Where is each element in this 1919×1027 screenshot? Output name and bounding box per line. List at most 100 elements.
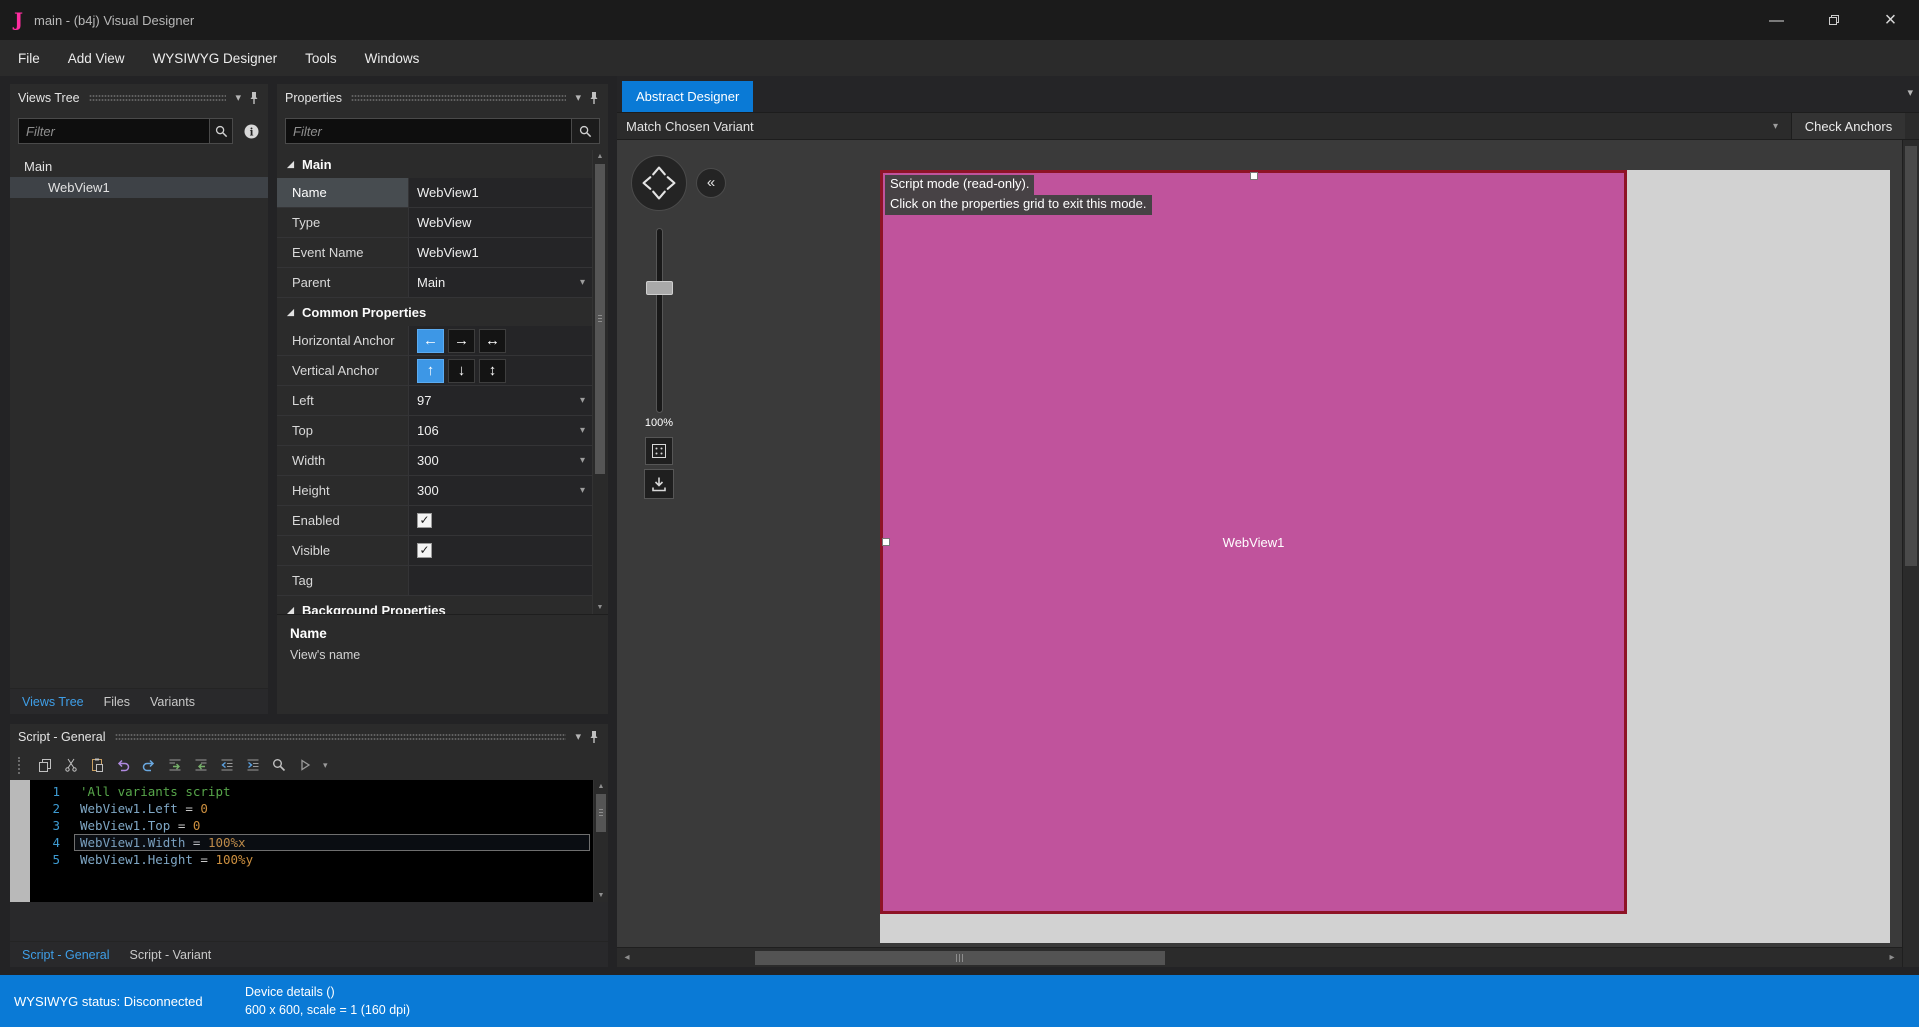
grid-button[interactable] bbox=[645, 437, 673, 465]
form-surface[interactable]: WebView1 Script mode (read-only). Click … bbox=[880, 170, 1890, 943]
anchor-button-vertical-anchor-1[interactable]: ↓ bbox=[448, 358, 475, 383]
maximize-button[interactable] bbox=[1805, 0, 1862, 40]
redo-icon[interactable] bbox=[137, 754, 160, 777]
anchor-button-horizontal-anchor-2[interactable]: ↔ bbox=[479, 328, 506, 353]
toolbar-grip[interactable] bbox=[18, 756, 23, 774]
code-line-3[interactable]: 3 WebView1.Top = 0 bbox=[30, 817, 593, 834]
dropdown-caret-icon[interactable]: ▾ bbox=[580, 395, 585, 406]
tab-abstract-designer[interactable]: Abstract Designer bbox=[622, 81, 754, 112]
paste-icon[interactable] bbox=[85, 754, 108, 777]
undo-icon[interactable] bbox=[111, 754, 134, 777]
prop-value-horizontal-anchor[interactable]: ← → ↔ bbox=[409, 326, 592, 355]
scrollbar-thumb[interactable] bbox=[595, 164, 605, 474]
properties-scrollbar[interactable]: ▲ ▼ bbox=[592, 150, 607, 614]
pan-control[interactable] bbox=[631, 155, 687, 211]
hscroll-thumb[interactable] bbox=[755, 951, 1165, 965]
code-editor[interactable]: 1 'All variants script 2 WebView1.Left = 03… bbox=[10, 780, 608, 902]
design-canvas[interactable]: WebView1 Script mode (read-only). Click … bbox=[617, 140, 1919, 967]
run-icon[interactable] bbox=[293, 754, 316, 777]
code-line-4[interactable]: 4 WebView1.Width = 100%x bbox=[30, 834, 593, 851]
anchor-button-horizontal-anchor-1[interactable]: → bbox=[448, 328, 475, 353]
prop-value-name[interactable]: WebView1 bbox=[409, 178, 592, 207]
prop-value-left[interactable]: 97 ▾ bbox=[409, 386, 592, 415]
info-icon[interactable]: i bbox=[242, 120, 260, 142]
find-icon[interactable] bbox=[267, 754, 290, 777]
anchor-button-vertical-anchor-0[interactable]: ↑ bbox=[417, 358, 444, 383]
tab-variants[interactable]: Variants bbox=[150, 695, 195, 709]
dropdown-caret-icon[interactable]: ▾ bbox=[580, 455, 585, 466]
views-filter-input[interactable] bbox=[18, 118, 210, 144]
cut-icon[interactable] bbox=[59, 754, 82, 777]
scroll-right-icon[interactable]: ▸ bbox=[1882, 952, 1902, 963]
prop-value-enabled[interactable]: ✓ bbox=[409, 506, 592, 535]
indent-decrease-icon[interactable] bbox=[215, 754, 238, 777]
views-search-button[interactable] bbox=[210, 118, 234, 144]
resize-handle-left[interactable] bbox=[882, 538, 890, 546]
webview-widget[interactable]: WebView1 Script mode (read-only). Click … bbox=[880, 170, 1627, 914]
pin-icon[interactable] bbox=[248, 91, 260, 105]
download-button[interactable] bbox=[644, 469, 674, 499]
editor-scrollbar[interactable]: ▲ ▼ bbox=[593, 780, 608, 902]
dropdown-caret-icon[interactable]: ▾ bbox=[580, 277, 585, 288]
comment-icon[interactable] bbox=[163, 754, 186, 777]
scroll-down-icon[interactable]: ▼ bbox=[594, 889, 608, 902]
prop-value-type[interactable]: WebView bbox=[409, 208, 592, 237]
prop-value-width[interactable]: 300 ▾ bbox=[409, 446, 592, 475]
prop-value-parent[interactable]: Main ▾ bbox=[409, 268, 592, 297]
tab-script-variant[interactable]: Script - Variant bbox=[130, 948, 212, 962]
code-line-2[interactable]: 2 WebView1.Left = 0 bbox=[30, 800, 593, 817]
scrollbar-thumb[interactable] bbox=[596, 794, 606, 832]
scroll-left-icon[interactable]: ◂ bbox=[617, 952, 637, 963]
panel-menu-caret-icon[interactable]: ▾ bbox=[575, 731, 581, 743]
minimize-button[interactable]: — bbox=[1748, 0, 1805, 40]
pin-icon[interactable] bbox=[588, 91, 600, 105]
scroll-up-icon[interactable]: ▲ bbox=[593, 150, 607, 163]
prop-value-top[interactable]: 106 ▾ bbox=[409, 416, 592, 445]
section-background-properties[interactable]: Background Properties bbox=[277, 596, 592, 614]
pin-icon[interactable] bbox=[588, 730, 600, 744]
tree-item-main[interactable]: Main bbox=[10, 156, 268, 177]
zoom-slider-thumb[interactable] bbox=[646, 281, 673, 295]
code-area[interactable]: 1 'All variants script 2 WebView1.Left = 03… bbox=[30, 780, 593, 902]
variant-dropdown[interactable]: Match Chosen Variant ▾ bbox=[617, 113, 1791, 139]
check-anchors-button[interactable]: Check Anchors bbox=[1791, 113, 1905, 139]
vscroll-thumb[interactable] bbox=[1905, 146, 1917, 566]
panel-menu-caret-icon[interactable]: ▾ bbox=[235, 92, 241, 104]
tab-views-tree[interactable]: Views Tree bbox=[22, 695, 84, 709]
vertical-scrollbar[interactable] bbox=[1902, 140, 1919, 967]
prop-value-vertical-anchor[interactable]: ↑ ↓ ↕ bbox=[409, 356, 592, 385]
toolbar-overflow-icon[interactable]: ▾ bbox=[323, 760, 328, 771]
menu-item-wysiwyg-designer[interactable]: WYSIWYG Designer bbox=[139, 40, 292, 76]
prop-value-height[interactable]: 300 ▾ bbox=[409, 476, 592, 505]
scroll-up-icon[interactable]: ▲ bbox=[594, 780, 608, 793]
section-main[interactable]: Main bbox=[277, 150, 592, 178]
menu-item-windows[interactable]: Windows bbox=[351, 40, 434, 76]
breakpoint-margin[interactable] bbox=[10, 780, 30, 902]
panel-menu-caret-icon[interactable]: ▾ bbox=[575, 92, 581, 104]
indent-increase-icon[interactable] bbox=[241, 754, 264, 777]
menu-item-tools[interactable]: Tools bbox=[291, 40, 351, 76]
anchor-button-horizontal-anchor-0[interactable]: ← bbox=[417, 328, 444, 353]
horizontal-scrollbar[interactable]: ◂ ▸ bbox=[617, 947, 1902, 967]
tab-files[interactable]: Files bbox=[104, 695, 130, 709]
prop-value-event-name[interactable]: WebView1 bbox=[409, 238, 592, 267]
prop-value-visible[interactable]: ✓ bbox=[409, 536, 592, 565]
prop-value-tag[interactable] bbox=[409, 566, 592, 595]
scroll-down-icon[interactable]: ▼ bbox=[593, 601, 607, 614]
code-line-1[interactable]: 1 'All variants script bbox=[30, 783, 593, 800]
menu-item-add-view[interactable]: Add View bbox=[54, 40, 139, 76]
tab-list-caret-icon[interactable]: ▾ bbox=[1907, 86, 1913, 99]
checkbox-visible[interactable]: ✓ bbox=[417, 543, 432, 558]
collapse-button[interactable]: « bbox=[696, 168, 726, 198]
tab-script-general[interactable]: Script - General bbox=[22, 948, 110, 962]
checkbox-enabled[interactable]: ✓ bbox=[417, 513, 432, 528]
dropdown-caret-icon[interactable]: ▾ bbox=[580, 425, 585, 436]
uncomment-icon[interactable] bbox=[189, 754, 212, 777]
dropdown-caret-icon[interactable]: ▾ bbox=[580, 485, 585, 496]
zoom-slider[interactable] bbox=[656, 228, 663, 413]
section-common-properties[interactable]: Common Properties bbox=[277, 298, 592, 326]
tree-item-webview1[interactable]: WebView1 bbox=[10, 177, 268, 198]
close-button[interactable]: × bbox=[1862, 0, 1919, 40]
properties-filter-input[interactable] bbox=[285, 118, 572, 144]
copy-icon[interactable] bbox=[33, 754, 56, 777]
